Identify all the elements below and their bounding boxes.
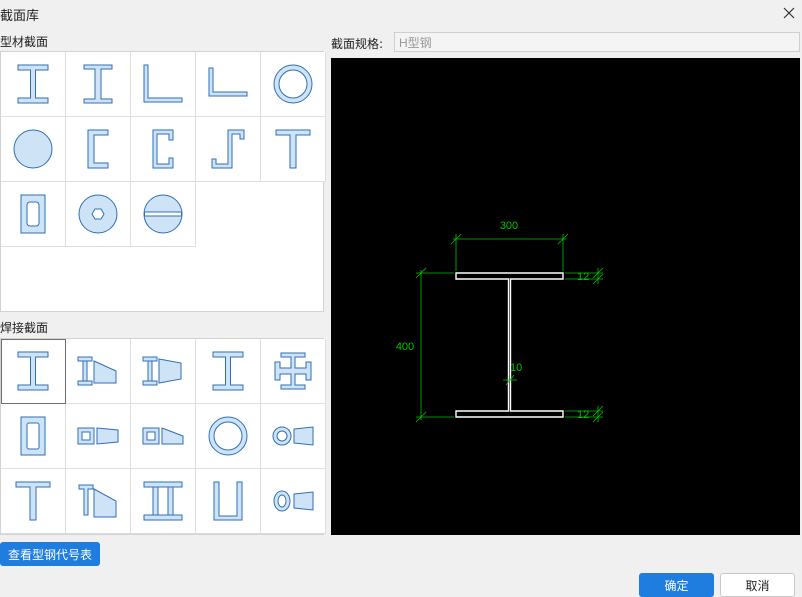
welded-u-section[interactable] xyxy=(196,469,261,534)
welded-section-label: 焊接截面 xyxy=(0,321,49,335)
tapered-pipe-icon xyxy=(272,426,314,446)
profile-round-bar[interactable] xyxy=(1,117,66,182)
tapered-pipe-2-icon xyxy=(273,490,314,512)
profile-hex-hole-round[interactable] xyxy=(66,182,131,247)
profile-section-grid xyxy=(0,51,326,312)
welded-cross-h[interactable] xyxy=(261,339,326,404)
width-dim-text: 300 xyxy=(500,220,518,232)
profile-i-beam[interactable] xyxy=(66,52,131,117)
tapered-tee-icon xyxy=(78,484,117,518)
double-web-icon xyxy=(143,481,183,521)
top-flange-dim-text: 12 xyxy=(577,271,589,283)
profile-pipe[interactable] xyxy=(261,52,326,117)
z-section-icon xyxy=(211,129,245,169)
tapered-h-icon xyxy=(77,356,117,386)
welded-tapered-tee[interactable] xyxy=(66,469,131,534)
welded-tee[interactable] xyxy=(1,469,66,534)
profile-section-label: 型材截面 xyxy=(0,35,49,49)
welded-pipe[interactable] xyxy=(196,404,261,469)
rect-tube-icon xyxy=(20,194,46,234)
profile-equal-angle[interactable] xyxy=(131,52,196,117)
profile-z-section[interactable] xyxy=(196,117,261,182)
welded-i-beam-icon xyxy=(212,351,244,391)
welded-tee-icon xyxy=(15,481,51,521)
equal-angle-icon xyxy=(143,64,183,103)
welded-h-beam-icon xyxy=(17,351,49,391)
welded-tapered-i[interactable] xyxy=(131,339,196,404)
u-section-icon xyxy=(213,481,243,521)
spec-input[interactable] xyxy=(394,32,800,52)
tapered-box-single-icon xyxy=(142,427,184,445)
profile-h-beam[interactable] xyxy=(1,52,66,117)
dimension-lines xyxy=(415,233,604,423)
h-beam-icon xyxy=(17,64,49,104)
welded-h-beam[interactable] xyxy=(1,339,66,404)
profile-unequal-angle[interactable] xyxy=(196,52,261,117)
h-beam-outline xyxy=(455,272,564,418)
cross-h-icon xyxy=(274,352,312,390)
ok-button[interactable]: 确定 xyxy=(639,573,714,597)
steel-code-table-button[interactable]: 查看型钢代号表 xyxy=(0,542,100,566)
welded-tapered-box[interactable] xyxy=(66,404,131,469)
welded-pipe-icon xyxy=(208,416,248,456)
h-beam-drawing: 300 400 10 12 12 xyxy=(396,220,604,423)
welded-tapered-pipe-2[interactable] xyxy=(261,469,326,534)
tapered-i-icon xyxy=(142,356,182,386)
channel-icon xyxy=(87,129,109,169)
section-preview-canvas: 300 400 10 12 12 xyxy=(331,58,800,535)
lipped-channel-icon xyxy=(152,129,174,169)
split-round-icon xyxy=(143,194,183,234)
welded-tapered-pipe[interactable] xyxy=(261,404,326,469)
welded-box-icon xyxy=(20,416,46,456)
welded-box[interactable] xyxy=(1,404,66,469)
height-dim-text: 400 xyxy=(396,341,414,353)
profile-lipped-channel[interactable] xyxy=(131,117,196,182)
welded-tapered-box-single[interactable] xyxy=(131,404,196,469)
tapered-box-icon xyxy=(77,427,119,445)
welded-tapered-h[interactable] xyxy=(66,339,131,404)
pipe-icon xyxy=(273,64,313,104)
profile-channel[interactable] xyxy=(66,117,131,182)
dialog-title: 截面库 xyxy=(0,9,40,24)
profile-rect-tube[interactable] xyxy=(1,182,66,247)
cancel-button[interactable]: 取消 xyxy=(720,573,795,597)
web-dim-text: 10 xyxy=(510,362,522,374)
unequal-angle-icon xyxy=(208,67,248,97)
profile-split-round[interactable] xyxy=(131,182,196,247)
dimension-texts: 300 400 10 12 12 xyxy=(396,220,589,421)
welded-double-web[interactable] xyxy=(131,469,196,534)
welded-i-beam[interactable] xyxy=(196,339,261,404)
round-bar-icon xyxy=(13,129,53,169)
hex-hole-round-icon xyxy=(78,194,118,234)
welded-section-grid xyxy=(0,338,326,535)
close-button[interactable] xyxy=(776,0,802,26)
bottom-flange-dim-text: 12 xyxy=(577,409,589,421)
spec-label: 截面规格: xyxy=(331,37,384,51)
close-icon xyxy=(783,7,795,19)
i-beam-icon xyxy=(83,64,113,104)
profile-tee[interactable] xyxy=(261,117,326,182)
tee-icon xyxy=(275,129,311,169)
